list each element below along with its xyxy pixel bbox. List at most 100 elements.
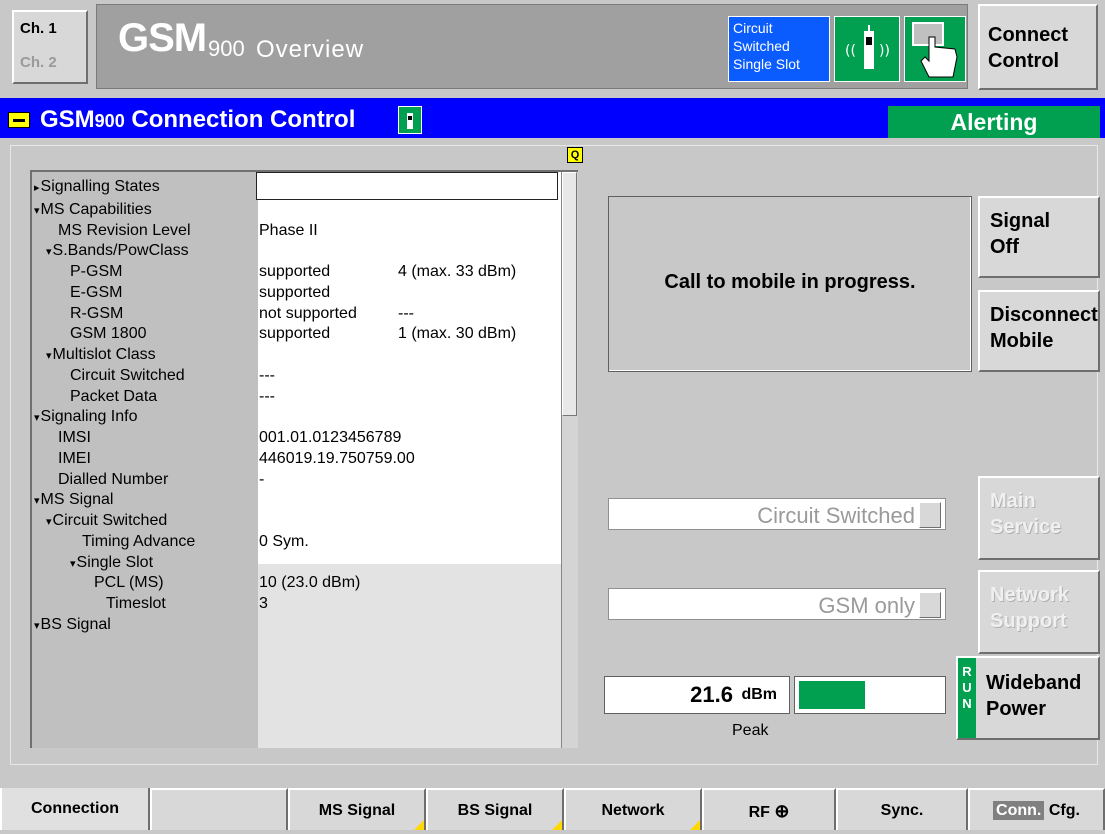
tree-row-label[interactable]: ▸Signalling States [34, 177, 160, 198]
rf-connector-icon: ⊕ [774, 801, 790, 821]
tree-label-text: Timing Advance [82, 532, 196, 550]
network-support-label-2: Support [990, 610, 1067, 632]
tree-row-label[interactable]: ▾Single Slot [70, 553, 153, 574]
run-letter: R [962, 664, 972, 679]
mode-indicator: Circuit Switched Single Slot [728, 16, 830, 82]
channel-1-label[interactable]: Ch. 1 [20, 20, 57, 37]
main-service-button[interactable]: Main Service [978, 476, 1100, 560]
tree-value-extra: 1 (max. 30 dBm) [398, 325, 517, 343]
tab-sync[interactable]: Sync. [836, 788, 968, 830]
disconnect-mobile-button[interactable]: Disconnect Mobile [978, 290, 1100, 372]
wideband-power-button[interactable]: Wideband Power [956, 656, 1100, 740]
tree-value: supported [259, 283, 331, 301]
collapse-arrow-icon[interactable]: ▾ [46, 350, 52, 362]
tree-label-text: Timeslot [106, 595, 166, 612]
status-message: Call to mobile in progress. [664, 271, 916, 293]
tab-conn-cfg[interactable]: Conn. Cfg. [968, 788, 1105, 830]
tree-value: --- [259, 366, 275, 384]
tree-row-label[interactable]: ▾MS Capabilities [34, 200, 152, 221]
system-name: GSM [118, 16, 207, 60]
mode-line-3: Single Slot [733, 56, 800, 72]
tab-ms-signal[interactable]: MS Signal [288, 788, 426, 830]
disconnect-label-1: Disconnect [990, 304, 1098, 326]
tree-row-label: IMSI [58, 428, 91, 448]
channel-selector[interactable]: Ch. 1 Ch. 2 [12, 10, 88, 84]
collapse-arrow-icon[interactable]: ▾ [46, 516, 52, 528]
tree-label-text: Multislot Class [52, 346, 156, 363]
main-service-label-2: Service [990, 516, 1062, 538]
tree-label-text: R-GSM [70, 304, 124, 322]
network-support-select[interactable]: GSM only [608, 588, 946, 620]
power-unit: dBm [741, 686, 777, 703]
tree-rows: ▸Signalling States ▾MS Capabilities MS Rev… [34, 176, 564, 746]
tree-row-label[interactable]: ▾S.Bands/PowClass [46, 241, 189, 262]
panel-title-text: Connection Control [131, 106, 356, 133]
dropdown-handle-icon[interactable] [919, 502, 941, 528]
expand-arrow-icon[interactable]: ▸ [34, 182, 40, 194]
tree-label-text: Packet Data [70, 387, 158, 405]
tree-row-label: Timing Advance [82, 532, 195, 552]
svg-text:)): )) [879, 43, 890, 59]
tree-row-label[interactable]: ▾Multislot Class [46, 345, 156, 366]
tree-row-label[interactable]: ▾BS Signal [34, 615, 111, 636]
tree-value: 0 Sym. [259, 532, 309, 550]
tab-connection[interactable]: Connection [0, 788, 150, 830]
wideband-label-2: Power [986, 698, 1047, 720]
collapse-arrow-icon[interactable]: ▾ [34, 620, 40, 632]
tree-label-text: S.Bands/PowClass [52, 242, 189, 260]
collapse-arrow-icon[interactable]: ▾ [34, 412, 40, 424]
tree-row-label: PCL (MS) [94, 573, 164, 593]
run-indicator: RUN [958, 658, 976, 738]
tree-row-label[interactable]: ▾MS Signal [34, 490, 113, 511]
disconnect-label-2: Mobile [990, 330, 1054, 352]
network-support-button[interactable]: Network Support [978, 570, 1100, 654]
mode-line-2: Switched [733, 38, 790, 54]
signal-off-button[interactable]: Signal Off [978, 196, 1100, 278]
power-value: 21.6 [690, 682, 733, 707]
remote-hand-icon [904, 16, 966, 82]
tree-value: --- [259, 387, 275, 405]
tree-value: supported [259, 263, 331, 280]
connect-control-label-1: Connect [988, 24, 1068, 46]
collapse-arrow-icon[interactable]: ▾ [34, 495, 40, 507]
tab-empty[interactable] [150, 788, 288, 830]
dropdown-handle-icon[interactable] [919, 592, 941, 618]
status-message-box: Call to mobile in progress. [608, 196, 972, 372]
collapse-arrow-icon[interactable]: ▾ [70, 558, 76, 570]
main-service-select[interactable]: Circuit Switched [608, 498, 946, 530]
tab-connection-label: Connection [31, 800, 119, 817]
connect-control-label-2: Control [988, 50, 1060, 72]
tab-rf[interactable]: RF ⊕ [702, 788, 836, 830]
connect-control-button[interactable]: Connect Control [978, 4, 1098, 90]
tab-sync-label: Sync. [880, 802, 924, 819]
power-bar-fill [799, 681, 866, 709]
tree-row-label[interactable]: ▾Circuit Switched [46, 511, 167, 532]
tab-network[interactable]: Network [564, 788, 702, 830]
tree-value: - [259, 470, 265, 488]
tree-label-text: Signalling States [40, 178, 160, 195]
tree-label-text: BS Signal [40, 615, 111, 633]
tree-label-text: MS Signal [40, 491, 114, 509]
tree-label-text: Dialled Number [58, 470, 169, 488]
collapse-arrow-icon[interactable]: ▾ [34, 205, 40, 217]
tab-bs-signal[interactable]: BS Signal [426, 788, 564, 830]
tree-value-extra: --- [398, 304, 414, 322]
band-label: 900 [208, 36, 245, 61]
mobile-icon [398, 106, 422, 134]
collapse-arrow-icon[interactable]: ▾ [46, 246, 52, 258]
channel-2-label[interactable]: Ch. 2 [20, 54, 57, 71]
mobile-signal-icon: (( )) [834, 16, 900, 82]
tree-row-label: MS Revision Level [58, 221, 191, 241]
minimize-icon[interactable] [8, 112, 30, 128]
main-service-label-1: Main [990, 490, 1036, 512]
scrollbar-thumb[interactable] [562, 172, 577, 416]
tree-row-label: Timeslot [106, 594, 166, 614]
tree-row-label: Packet Data [70, 387, 157, 407]
tree-row-label: P-GSM [70, 262, 122, 282]
connection-state-badge: Alerting [888, 106, 1100, 138]
network-support-value: GSM only [818, 593, 915, 618]
tree-row-label: Circuit Switched [70, 366, 185, 386]
run-letter: U [962, 680, 972, 695]
panel-band: 900 [94, 111, 125, 131]
tree-row-label[interactable]: ▾Signaling Info [34, 407, 138, 428]
